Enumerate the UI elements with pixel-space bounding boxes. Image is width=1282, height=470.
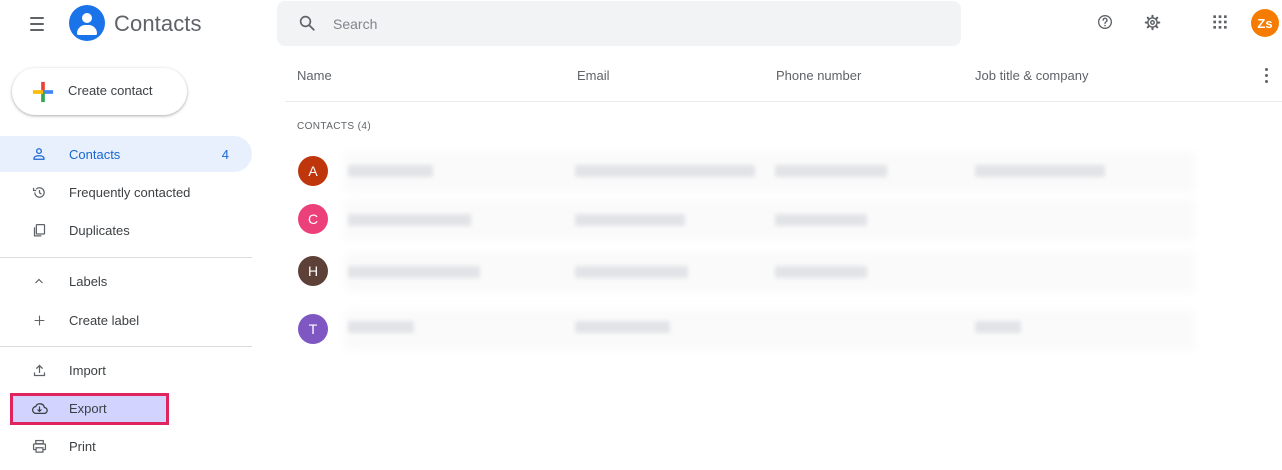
plus-icon — [32, 81, 54, 103]
contact-avatar: T — [298, 314, 328, 344]
contact-avatar: A — [298, 156, 328, 186]
upload-icon — [29, 360, 49, 380]
column-header-phone[interactable]: Phone number — [776, 68, 861, 83]
create-contact-button[interactable]: Create contact — [12, 68, 187, 115]
column-header-job[interactable]: Job title & company — [975, 68, 1088, 83]
history-icon — [29, 182, 49, 202]
copy-icon — [29, 220, 49, 240]
contact-avatar: H — [298, 256, 328, 286]
create-contact-label: Create contact — [68, 83, 153, 98]
gear-icon[interactable] — [1141, 11, 1163, 33]
redacted-job — [975, 321, 1021, 333]
sidebar-item-label: Frequently contacted — [69, 184, 191, 200]
sidebar-item-print[interactable]: Print — [0, 428, 252, 464]
redacted-name — [348, 214, 471, 226]
sidebar-item-import[interactable]: Import — [0, 352, 252, 388]
sidebar-item-label: Duplicates — [69, 222, 130, 238]
app-title: Contacts — [114, 11, 202, 36]
header-divider — [285, 101, 1282, 102]
chevron-up-icon — [29, 271, 49, 291]
apps-icon[interactable] — [1209, 11, 1231, 33]
redacted-email — [575, 266, 688, 278]
section-label: CONTACTS (4) — [297, 121, 372, 132]
redacted-name — [348, 266, 480, 278]
redacted-name — [348, 165, 433, 177]
contacts-logo-icon — [69, 5, 105, 41]
sidebar-divider — [0, 257, 252, 258]
column-header-name[interactable]: Name — [297, 68, 332, 83]
sidebar-item-label: Contacts — [69, 146, 121, 162]
sidebar-item-label: Create label — [69, 312, 140, 328]
table-row[interactable]: T — [285, 306, 1195, 354]
search-input[interactable] — [333, 13, 893, 35]
column-header-email[interactable]: Email — [577, 68, 610, 83]
sidebar-item-labels[interactable]: Labels — [0, 263, 252, 299]
table-row[interactable]: A — [285, 148, 1195, 196]
more-vert-icon[interactable] — [1261, 64, 1271, 86]
print-icon — [29, 436, 49, 456]
redacted-phone — [775, 165, 887, 177]
sidebar-item-contacts[interactable]: Contacts 4 — [0, 136, 252, 172]
redacted-phone — [775, 266, 867, 278]
contacts-count: 4 — [221, 146, 229, 162]
redacted-email — [575, 165, 755, 177]
sidebar-item-create-label[interactable]: Create label — [0, 302, 252, 338]
sidebar-item-frequently-contacted[interactable]: Frequently contacted — [0, 174, 252, 210]
redacted-phone — [775, 214, 867, 226]
help-icon[interactable] — [1094, 11, 1116, 33]
sidebar-item-label: Print — [69, 438, 96, 454]
sidebar-divider — [0, 346, 252, 347]
search-icon[interactable] — [298, 14, 316, 32]
account-avatar[interactable]: Zs — [1251, 9, 1279, 37]
plus-icon — [29, 310, 49, 330]
table-row[interactable]: H — [285, 248, 1195, 296]
redacted-email — [575, 214, 685, 226]
search-bar[interactable] — [277, 1, 961, 46]
menu-icon[interactable] — [30, 14, 44, 34]
table-row[interactable]: C — [285, 196, 1195, 244]
sidebar-item-label: Export — [69, 400, 107, 416]
person-icon — [29, 144, 49, 164]
redacted-name — [348, 321, 414, 333]
sidebar-item-duplicates[interactable]: Duplicates — [0, 212, 252, 248]
redacted-email — [575, 321, 670, 333]
sidebar-item-label: Import — [69, 362, 106, 378]
sidebar-item-label: Labels — [69, 273, 108, 289]
redacted-job — [975, 165, 1105, 177]
cloud-download-icon — [29, 398, 49, 418]
contact-avatar: C — [298, 204, 328, 234]
sidebar-item-export[interactable]: Export — [0, 390, 180, 426]
